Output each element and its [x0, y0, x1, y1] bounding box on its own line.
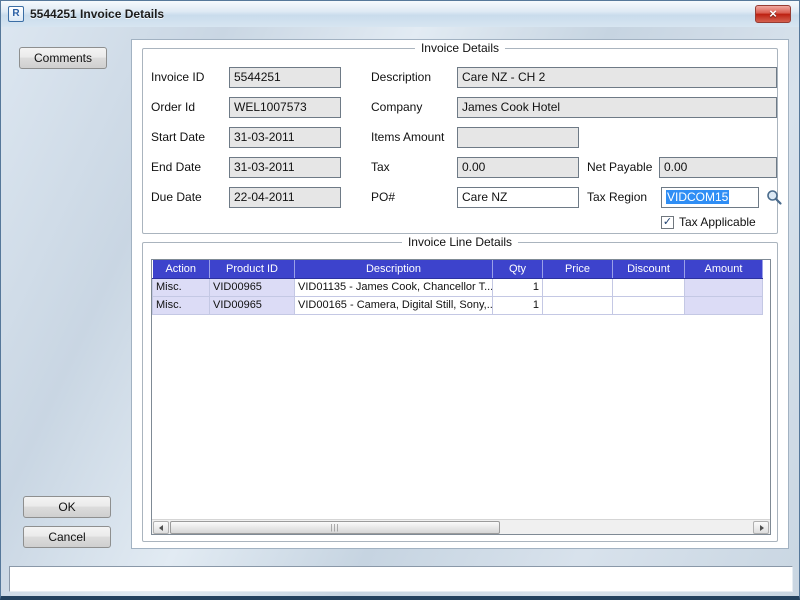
- window-title: 5544251 Invoice Details: [30, 7, 164, 21]
- tax-field: 0.00: [457, 157, 579, 178]
- app-icon: R: [8, 6, 24, 22]
- table-row[interactable]: Misc. VID00965 VID01135 - James Cook, Ch…: [153, 278, 763, 296]
- column-header-amount[interactable]: Amount: [685, 260, 763, 278]
- horizontal-scrollbar[interactable]: |||: [152, 519, 770, 534]
- net-payable-field: 0.00: [659, 157, 777, 178]
- invoice-details-group: Invoice Details Invoice ID 5544251 Order…: [142, 48, 778, 234]
- close-button[interactable]: ×: [755, 5, 791, 23]
- column-header-product-id[interactable]: Product ID: [210, 260, 295, 278]
- description-field: Care NZ - CH 2: [457, 67, 777, 88]
- tax-region-field[interactable]: VIDCOM15: [661, 187, 759, 208]
- cell-action[interactable]: Misc.: [153, 296, 210, 314]
- status-bar: [9, 566, 793, 592]
- description-label: Description: [371, 67, 431, 88]
- cell-amount[interactable]: [685, 278, 763, 296]
- po-field[interactable]: Care NZ: [457, 187, 579, 208]
- order-id-label: Order Id: [151, 97, 195, 118]
- invoice-details-group-title: Invoice Details: [415, 41, 505, 55]
- cell-qty[interactable]: 1: [493, 296, 543, 314]
- comments-button[interactable]: Comments: [19, 47, 107, 69]
- cell-price[interactable]: [543, 296, 613, 314]
- end-date-field: 31-03-2011: [229, 157, 341, 178]
- tax-region-selected-text: VIDCOM15: [666, 190, 729, 204]
- tax-applicable-label: Tax Applicable: [679, 215, 756, 229]
- dialog-body: Comments OK Cancel Invoice Details Invoi…: [1, 27, 799, 596]
- tax-label: Tax: [371, 157, 390, 178]
- titlebar: R 5544251 Invoice Details ×: [1, 1, 799, 27]
- cell-product-id[interactable]: VID00965: [210, 278, 295, 296]
- invoice-lines-table: Action Product ID Description Qty Price …: [152, 260, 763, 315]
- cell-price[interactable]: [543, 278, 613, 296]
- net-payable-label: Net Payable: [587, 157, 652, 178]
- invoice-line-details-group: Invoice Line Details Action Product ID D…: [142, 242, 778, 542]
- items-amount-field: [457, 127, 579, 148]
- column-header-discount[interactable]: Discount: [613, 260, 685, 278]
- tax-region-label: Tax Region: [587, 187, 647, 208]
- scrollbar-thumb[interactable]: |||: [170, 521, 500, 534]
- start-date-field: 31-03-2011: [229, 127, 341, 148]
- start-date-label: Start Date: [151, 127, 205, 148]
- column-header-description[interactable]: Description: [295, 260, 493, 278]
- cell-action[interactable]: Misc.: [153, 278, 210, 296]
- cell-discount[interactable]: [613, 278, 685, 296]
- column-header-price[interactable]: Price: [543, 260, 613, 278]
- due-date-label: Due Date: [151, 187, 202, 208]
- tax-applicable-row: ✓ Tax Applicable: [661, 215, 756, 229]
- main-panel: Invoice Details Invoice ID 5544251 Order…: [131, 39, 789, 549]
- due-date-field: 22-04-2011: [229, 187, 341, 208]
- column-header-action[interactable]: Action: [153, 260, 210, 278]
- cell-description[interactable]: VID01135 - James Cook, Chancellor T...: [295, 278, 493, 296]
- cell-discount[interactable]: [613, 296, 685, 314]
- items-amount-label: Items Amount: [371, 127, 444, 148]
- scroll-left-arrow-icon[interactable]: [153, 521, 169, 534]
- cell-qty[interactable]: 1: [493, 278, 543, 296]
- grid-header-row: Action Product ID Description Qty Price …: [153, 260, 763, 278]
- column-header-qty[interactable]: Qty: [493, 260, 543, 278]
- cell-description[interactable]: VID00165 - Camera, Digital Still, Sony,.…: [295, 296, 493, 314]
- invoice-id-field: 5544251: [229, 67, 341, 88]
- table-row[interactable]: Misc. VID00965 VID00165 - Camera, Digita…: [153, 296, 763, 314]
- ok-button[interactable]: OK: [23, 496, 111, 518]
- invoice-lines-grid: Action Product ID Description Qty Price …: [151, 259, 771, 535]
- tax-region-search-icon[interactable]: [765, 188, 783, 206]
- cell-amount[interactable]: [685, 296, 763, 314]
- company-field: James Cook Hotel: [457, 97, 777, 118]
- invoice-details-window: R 5544251 Invoice Details × Comments OK …: [0, 0, 800, 600]
- cell-product-id[interactable]: VID00965: [210, 296, 295, 314]
- invoice-id-label: Invoice ID: [151, 67, 204, 88]
- cancel-button[interactable]: Cancel: [23, 526, 111, 548]
- tax-applicable-checkbox[interactable]: ✓: [661, 216, 674, 229]
- order-id-field: WEL1007573: [229, 97, 341, 118]
- scroll-right-arrow-icon[interactable]: [753, 521, 769, 534]
- invoice-line-details-group-title: Invoice Line Details: [402, 235, 518, 249]
- company-label: Company: [371, 97, 422, 118]
- end-date-label: End Date: [151, 157, 201, 178]
- po-label: PO#: [371, 187, 395, 208]
